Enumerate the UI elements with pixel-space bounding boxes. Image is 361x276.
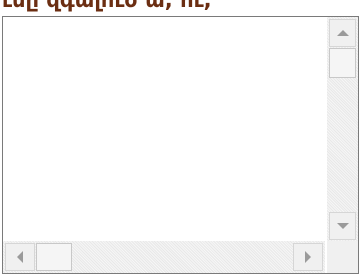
scroll-right-button[interactable] [293,243,323,271]
horizontal-scroll-thumb[interactable] [36,243,72,271]
arrow-up-icon [336,30,349,36]
scroll-left-button[interactable] [5,243,35,271]
list-content-area[interactable] [3,17,325,241]
cropped-heading: ւնը զգալուծ ա, ու, [2,0,212,12]
horizontal-scrollbar[interactable] [3,241,325,273]
vertical-scrollbar[interactable] [327,17,358,241]
scroll-down-button[interactable] [329,212,356,240]
arrow-right-icon [305,251,311,263]
arrow-down-icon [336,223,349,229]
listbox[interactable] [2,16,359,274]
scrollbar-corner [327,241,358,273]
arrow-left-icon [17,251,23,263]
page: ւնը զգալուծ ա, ու, [0,0,361,276]
vertical-scroll-thumb[interactable] [329,48,356,78]
scroll-up-button[interactable] [329,19,356,47]
